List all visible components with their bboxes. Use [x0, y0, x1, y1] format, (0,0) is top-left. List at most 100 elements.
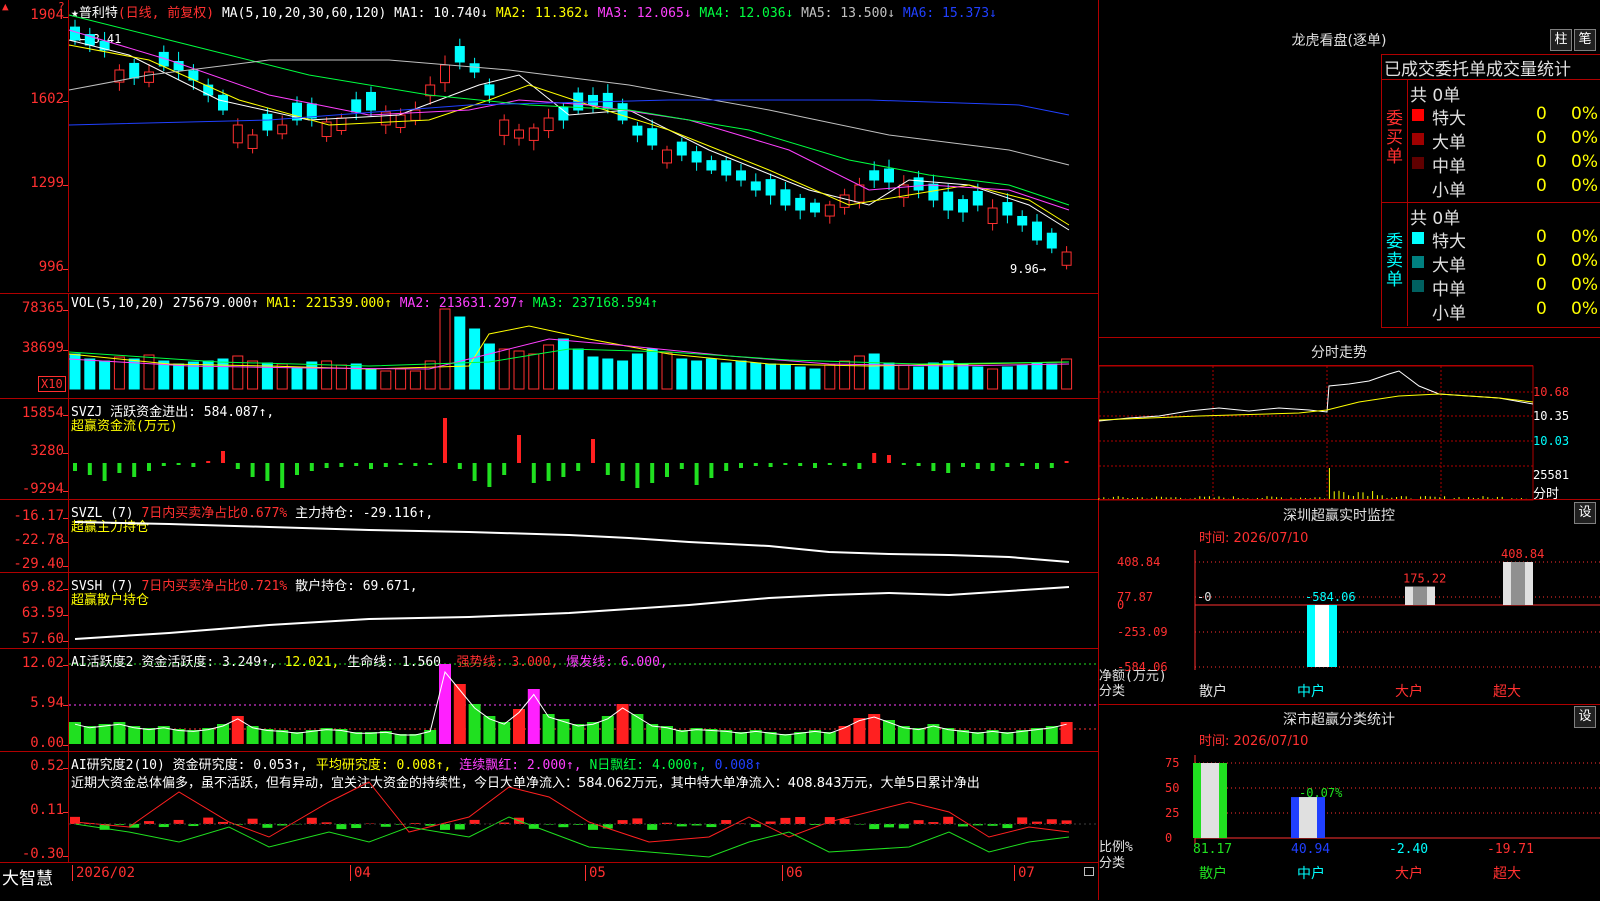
volume-chart[interactable] — [69, 294, 1097, 398]
corner-up-icon[interactable]: ▲ — [2, 0, 9, 13]
flow-bar — [606, 463, 610, 475]
flow-bar — [680, 463, 684, 469]
flow-bar — [828, 463, 832, 465]
svzj-panel[interactable]: 15854 3280 -9294 SVZJ 活跃资金进出: 584.087↑, … — [0, 398, 1098, 499]
research-bar — [632, 818, 642, 824]
svzj-chart[interactable] — [69, 399, 1097, 499]
sell-row-pct: 0% — [1571, 227, 1598, 247]
candle-body — [411, 110, 420, 120]
activity-bar — [972, 732, 984, 744]
svzl-panel[interactable]: -16.17 -22.78 -29.40 SVZL (7) 7日内买卖净占比0.… — [0, 499, 1098, 572]
bar-mode-button[interactable]: 柱 — [1550, 29, 1572, 51]
flow-bar — [236, 463, 240, 469]
activity-bar — [513, 709, 525, 744]
tick-mode-button[interactable]: 笔 — [1574, 29, 1596, 51]
candle-body — [263, 114, 272, 130]
activity-bar — [839, 726, 851, 744]
activity-bar — [84, 726, 96, 744]
research-bar — [840, 819, 850, 824]
research-bar — [440, 824, 450, 830]
y-label: 57.60 — [22, 631, 64, 647]
class-y-label: 0 — [1165, 831, 1172, 845]
svzl-chart[interactable] — [69, 500, 1097, 572]
flow-bar — [769, 463, 773, 467]
candle-body — [529, 128, 538, 140]
volume-bar — [603, 359, 613, 389]
sell-row: 小单00% — [1408, 299, 1600, 323]
flow-bar — [813, 463, 817, 468]
ai-research-chart[interactable] — [69, 752, 1097, 862]
class-value-label: -19.71 — [1487, 842, 1534, 857]
monitor-y-label: 0 — [1117, 598, 1124, 612]
ai-research-panel[interactable]: 0.52 0.11 -0.30 AI研究度2(10) 资金研究度: 0.053↑… — [0, 751, 1098, 862]
svsh-panel[interactable]: 69.82 63.59 57.60 SVSH (7) 7日内买卖净占比0.721… — [0, 572, 1098, 648]
corner-help-icon[interactable]: ? — [58, 0, 65, 13]
candle-body — [988, 208, 997, 224]
candle-body — [352, 100, 361, 112]
research-bar — [869, 824, 879, 829]
ai-active-chart[interactable] — [69, 649, 1097, 751]
ai-active-panel[interactable]: 12.02 5.94 0.00 AI活跃度2 资金活跃度: 3.249↑, 12… — [0, 648, 1098, 751]
flow-bar — [280, 463, 284, 488]
volume-bar — [218, 359, 228, 389]
volume-bar — [869, 354, 879, 389]
class-chart[interactable]: 7550250比例%分类散户中户大户超大81.1740.94-2.40-19.7… — [1099, 745, 1600, 900]
flow-bar — [295, 463, 299, 475]
volume-bar — [410, 371, 420, 389]
class-title: 深市超赢分类统计 — [1099, 709, 1579, 729]
candle-body — [1018, 216, 1027, 225]
sell-row: 大单00% — [1408, 251, 1600, 275]
date-label: 06 — [782, 865, 803, 881]
candle-body — [663, 150, 672, 163]
volume-bar — [425, 361, 435, 389]
monitor-bar-shade — [1315, 605, 1329, 667]
buy-row-label: 大单 — [1432, 128, 1466, 153]
activity-bar — [824, 732, 836, 744]
lock-icon[interactable] — [1084, 867, 1094, 876]
research-bar — [618, 820, 628, 824]
class-x-title: 分类 — [1099, 856, 1125, 871]
date-label: 07 — [1014, 865, 1035, 881]
kline-panel[interactable]: 1904 1602 1299 996 ▲ ? ★普利特(日线, 前复权) MA(… — [0, 0, 1098, 292]
research-bar — [1002, 824, 1012, 828]
fenshi-y-label: 10.68 — [1533, 385, 1569, 399]
research-bar — [174, 820, 184, 824]
sell-row-count: 0 — [1536, 251, 1547, 271]
svsh-chart[interactable] — [69, 573, 1097, 648]
sell-row-pct: 0% — [1571, 275, 1598, 295]
monitor-y-label: 408.84 — [1117, 555, 1160, 569]
app-name: 大智慧 — [2, 864, 53, 889]
flow-bar — [857, 463, 861, 469]
class-category-label: 散户 — [1199, 865, 1227, 882]
volume-panel[interactable]: 78365 38699 X10 VOL(5,10,20) 275679.000↑… — [0, 293, 1098, 398]
sell-row-label: 小单 — [1432, 299, 1466, 324]
volume-bar — [884, 363, 894, 389]
flow-bar — [310, 463, 314, 471]
class-settings-button[interactable]: 设 — [1574, 706, 1596, 728]
fenshi-chart-area[interactable] — [1099, 365, 1533, 500]
flow-bar — [591, 439, 595, 463]
candle-body — [929, 184, 938, 200]
buy-row-count: 0 — [1536, 128, 1547, 148]
fenshi-chart[interactable] — [1099, 366, 1533, 500]
volume-bar — [854, 356, 864, 389]
candle-body — [278, 125, 287, 134]
y-label: -16.17 — [13, 508, 64, 524]
buy-row-count: 0 — [1536, 104, 1547, 124]
candle-body — [485, 85, 494, 95]
buy-row: 大单00% — [1408, 128, 1600, 152]
date-label: 2026/02 — [72, 865, 135, 881]
monitor-chart[interactable]: 408.8477.870-253.09-584.06净额(万元)分类散户中户大户… — [1099, 540, 1600, 710]
volume-bar — [396, 369, 406, 389]
candle-body — [145, 72, 154, 82]
candle-body — [130, 63, 139, 78]
kline-chart[interactable] — [69, 0, 1097, 292]
flow-bar — [384, 463, 388, 467]
svsh-y-axis: 69.82 63.59 57.60 — [0, 573, 69, 648]
y-label: 996 — [39, 259, 64, 275]
y-label: 63.59 — [22, 605, 64, 621]
monitor-settings-button[interactable]: 设 — [1574, 502, 1596, 524]
color-swatch-icon — [1412, 280, 1424, 292]
volume-bar — [928, 363, 938, 389]
class-y-label: 75 — [1165, 756, 1179, 770]
